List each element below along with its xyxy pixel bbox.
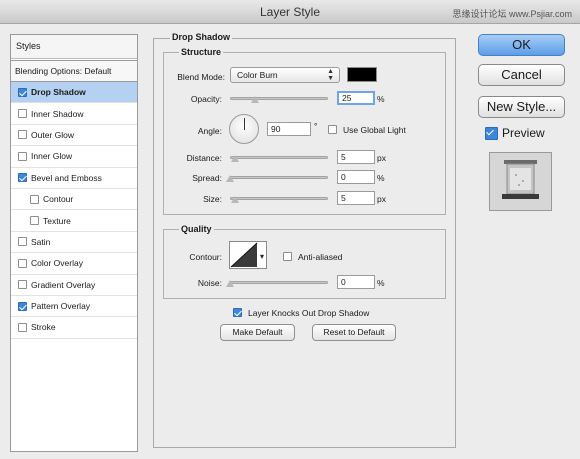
style-item-checkbox[interactable] (18, 130, 27, 140)
knocks-out-checkbox[interactable] (233, 308, 242, 317)
opacity-slider[interactable] (230, 97, 328, 100)
preview-image (490, 153, 551, 210)
style-item-checkbox[interactable] (18, 109, 27, 119)
style-item-label: Pattern Overlay (31, 301, 91, 312)
noise-label: Noise: (197, 278, 222, 288)
contour-picker[interactable]: ▾ (229, 241, 267, 269)
opacity-slider-thumb[interactable] (251, 96, 259, 103)
style-item-label: Texture (43, 215, 71, 226)
style-item-checkbox[interactable] (18, 151, 27, 161)
new-style-button[interactable]: New Style... (478, 96, 565, 118)
structure-title: Structure (179, 47, 224, 57)
distance-slider[interactable] (230, 156, 328, 159)
style-item-checkbox[interactable] (18, 301, 27, 311)
shadow-color-swatch[interactable] (347, 67, 377, 82)
quality-box (163, 229, 446, 299)
size-label: Size: (203, 194, 222, 204)
svg-text:▾: ▾ (260, 252, 264, 261)
contour-curve-icon: ▾ (230, 242, 264, 268)
style-item-checkbox[interactable] (18, 258, 27, 268)
distance-slider-thumb[interactable] (231, 155, 239, 162)
angle-dial[interactable] (229, 114, 259, 144)
opacity-unit: % (377, 94, 385, 104)
size-slider-thumb[interactable] (231, 196, 239, 203)
style-item-outer-glow[interactable]: Outer Glow (11, 125, 137, 147)
spread-slider[interactable] (230, 176, 328, 179)
noise-slider[interactable] (230, 281, 328, 284)
style-item-label: Contour (43, 194, 74, 205)
distance-input[interactable]: 5 (337, 150, 375, 164)
spread-input[interactable]: 0 (337, 170, 375, 184)
spread-label: Spread: (192, 173, 222, 183)
anti-aliased-checkbox[interactable] (283, 252, 292, 261)
angle-input[interactable]: 90 (267, 122, 311, 136)
style-item-label: Stroke (31, 322, 56, 333)
style-item-checkbox[interactable] (18, 280, 27, 290)
quality-title: Quality (179, 224, 214, 234)
style-item-pattern-overlay[interactable]: Pattern Overlay (11, 296, 137, 318)
make-default-button[interactable]: Make Default (220, 324, 295, 341)
styles-list: Styles Blending Options: Default Drop Sh… (10, 34, 138, 452)
style-item-contour[interactable]: Contour (11, 189, 137, 211)
angle-unit: ° (314, 121, 318, 131)
reset-to-default-button[interactable]: Reset to Default (312, 324, 396, 341)
spread-unit: % (377, 173, 385, 183)
style-item-checkbox[interactable] (18, 322, 27, 332)
distance-label: Distance: (186, 153, 222, 163)
style-item-satin[interactable]: Satin (11, 232, 137, 254)
size-unit: px (377, 194, 386, 204)
use-global-light-label: Use Global Light (343, 125, 406, 135)
blend-mode-value: Color Burn (237, 70, 278, 80)
size-slider[interactable] (230, 197, 328, 200)
style-item-gradient-overlay[interactable]: Gradient Overlay (11, 275, 137, 296)
style-item-label: Color Overlay (31, 258, 83, 269)
style-item-color-overlay[interactable]: Color Overlay (11, 253, 137, 275)
cancel-button[interactable]: Cancel (478, 64, 565, 86)
style-item-inner-glow[interactable]: Inner Glow (11, 146, 137, 168)
distance-unit: px (377, 153, 386, 163)
select-arrows-icon: ▲ ▼ (327, 68, 334, 82)
anti-aliased-label: Anti-aliased (298, 252, 343, 262)
preview-checkbox[interactable] (485, 127, 498, 140)
style-item-stroke[interactable]: Stroke (11, 317, 137, 339)
angle-dial-indicator (244, 118, 245, 130)
blend-mode-label: Blend Mode: (177, 72, 225, 82)
style-item-bevel-and-emboss[interactable]: Bevel and Emboss (11, 168, 137, 189)
watermark: 思缘设计论坛 www.Psjiar.com (452, 9, 572, 19)
style-item-inner-shadow[interactable]: Inner Shadow (11, 103, 137, 125)
opacity-input[interactable]: 25 (337, 91, 375, 105)
style-item-checkbox[interactable] (18, 237, 27, 247)
noise-slider-thumb[interactable] (226, 280, 234, 287)
style-item-label: Inner Shadow (31, 108, 84, 119)
title-bar: Layer Style 思缘设计论坛 www.Psjiar.com (0, 0, 580, 24)
drop-shadow-title: Drop Shadow (170, 32, 232, 42)
contour-label: Contour: (189, 252, 222, 262)
style-item-texture[interactable]: Texture (11, 210, 137, 232)
ok-button[interactable]: OK (478, 34, 565, 56)
style-item-drop-shadow[interactable]: Drop Shadow (11, 82, 137, 104)
style-item-checkbox[interactable] (18, 173, 27, 183)
size-input[interactable]: 5 (337, 191, 375, 205)
style-item-label: Outer Glow (31, 129, 74, 140)
styles-header[interactable]: Styles (11, 35, 137, 59)
style-item-label: Bevel and Emboss (31, 172, 102, 183)
use-global-light-checkbox[interactable] (328, 125, 337, 134)
style-item-checkbox[interactable] (18, 87, 27, 97)
style-item-label: Gradient Overlay (31, 279, 96, 290)
opacity-label: Opacity: (190, 94, 222, 104)
knocks-out-label: Layer Knocks Out Drop Shadow (248, 308, 370, 318)
angle-label: Angle: (197, 126, 222, 136)
blend-mode-select[interactable]: Color Burn ▲ ▼ (230, 67, 340, 83)
style-item-label: Inner Glow (31, 151, 73, 162)
preview-thumbnail (489, 152, 552, 211)
preview-label: Preview (502, 126, 545, 140)
style-item-label: Satin (31, 236, 51, 247)
blending-options-item[interactable]: Blending Options: Default (11, 60, 137, 82)
noise-unit: % (377, 278, 385, 288)
style-item-label: Drop Shadow (31, 87, 86, 98)
spread-slider-thumb[interactable] (226, 175, 234, 182)
noise-input[interactable]: 0 (337, 275, 375, 289)
style-item-checkbox[interactable] (30, 216, 39, 226)
style-item-checkbox[interactable] (30, 194, 39, 204)
